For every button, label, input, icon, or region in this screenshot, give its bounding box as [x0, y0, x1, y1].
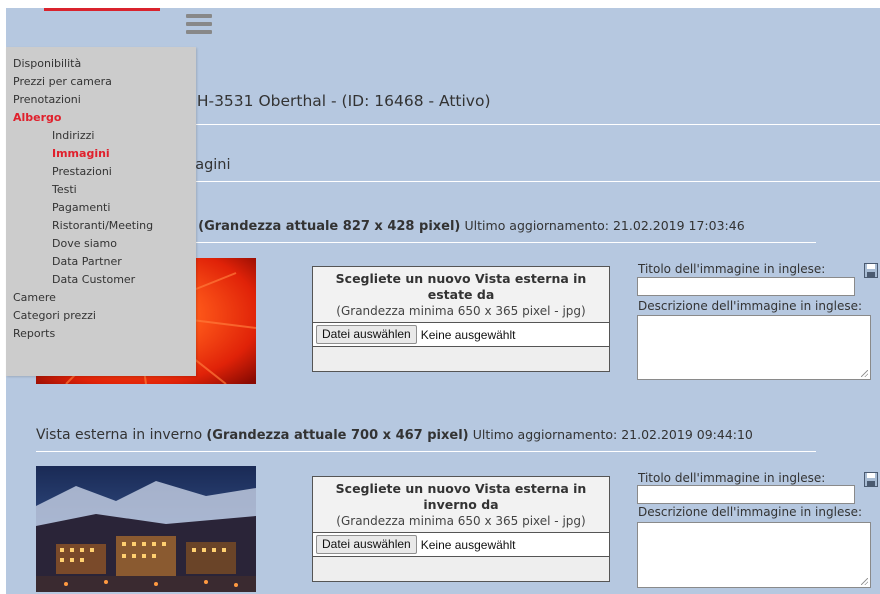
image-title-input[interactable] — [637, 485, 855, 504]
image-header-1: e (Grandezza attuale 827 x 428 pixel) Ul… — [186, 218, 745, 234]
menu-item-categori-prezzi[interactable]: Categori prezzi — [13, 309, 96, 322]
menu-item-pagamenti[interactable]: Pagamenti — [52, 201, 110, 214]
menu-item-data-customer[interactable]: Data Customer — [52, 273, 135, 286]
upload-title: Scegliete un nuovo Vista esterna in esta… — [335, 271, 587, 302]
upload-hint: (Grandezza minima 650 x 365 pixel - jpg) — [336, 304, 586, 318]
divider — [186, 124, 880, 125]
menu-item-prestazioni[interactable]: Prestazioni — [52, 165, 112, 178]
description-label: Descrizione dell'immagine in inglese: — [638, 299, 863, 313]
save-icon[interactable] — [864, 472, 878, 487]
menu-item-immagini[interactable]: Immagini — [52, 147, 110, 160]
divider — [36, 451, 816, 452]
file-status: Keine ausgewählt — [420, 327, 516, 342]
image-title-input[interactable] — [637, 277, 855, 296]
description-label: Descrizione dell'immagine in inglese: — [638, 505, 863, 519]
upload-title: Scegliete un nuovo Vista esterna in inve… — [335, 481, 587, 512]
file-status: Keine ausgewählt — [420, 537, 516, 552]
header-accent — [44, 8, 160, 11]
title-label: Titolo dell'immagine in inglese: — [638, 471, 826, 485]
image-thumbnail-winter — [36, 466, 256, 592]
menu-item-data-partner[interactable]: Data Partner — [52, 255, 122, 268]
menu-item-disponibilita[interactable]: Disponibilità — [13, 57, 81, 70]
upload-box-winter: Scegliete un nuovo Vista esterna in inve… — [312, 476, 610, 582]
choose-file-button[interactable]: Datei auswählen — [316, 535, 417, 554]
upload-box-summer: Scegliete un nuovo Vista esterna in esta… — [312, 266, 610, 372]
menu-item-prezzi-per-camera[interactable]: Prezzi per camera — [13, 75, 112, 88]
hamburger-icon[interactable] — [186, 14, 212, 40]
divider — [186, 181, 880, 182]
title-label: Titolo dell'immagine in inglese: — [638, 262, 826, 276]
image-description-textarea[interactable] — [637, 315, 871, 380]
image-description-textarea[interactable] — [637, 522, 871, 588]
choose-file-button[interactable]: Datei auswählen — [316, 325, 417, 344]
page-title: CH-3531 Oberthal - (ID: 16468 - Attivo) — [186, 92, 491, 110]
menu-item-dove-siamo[interactable]: Dove siamo — [52, 237, 117, 250]
menu-item-albergo[interactable]: Albergo — [13, 111, 61, 124]
save-icon[interactable] — [864, 263, 878, 278]
menu-item-prenotazioni[interactable]: Prenotazioni — [13, 93, 81, 106]
image-header-2: Vista esterna in inverno (Grandezza attu… — [36, 427, 753, 443]
menu-item-camere[interactable]: Camere — [13, 291, 56, 304]
menu-item-reports[interactable]: Reports — [13, 327, 55, 340]
upload-hint: (Grandezza minima 650 x 365 pixel - jpg) — [336, 514, 586, 528]
menu-item-indirizzi[interactable]: Indirizzi — [52, 129, 94, 142]
navigation-menu: Disponibilità Prezzi per camera Prenotaz… — [6, 47, 196, 376]
menu-item-testi[interactable]: Testi — [52, 183, 77, 196]
menu-item-ristoranti-meeting[interactable]: Ristoranti/Meeting — [52, 219, 153, 232]
